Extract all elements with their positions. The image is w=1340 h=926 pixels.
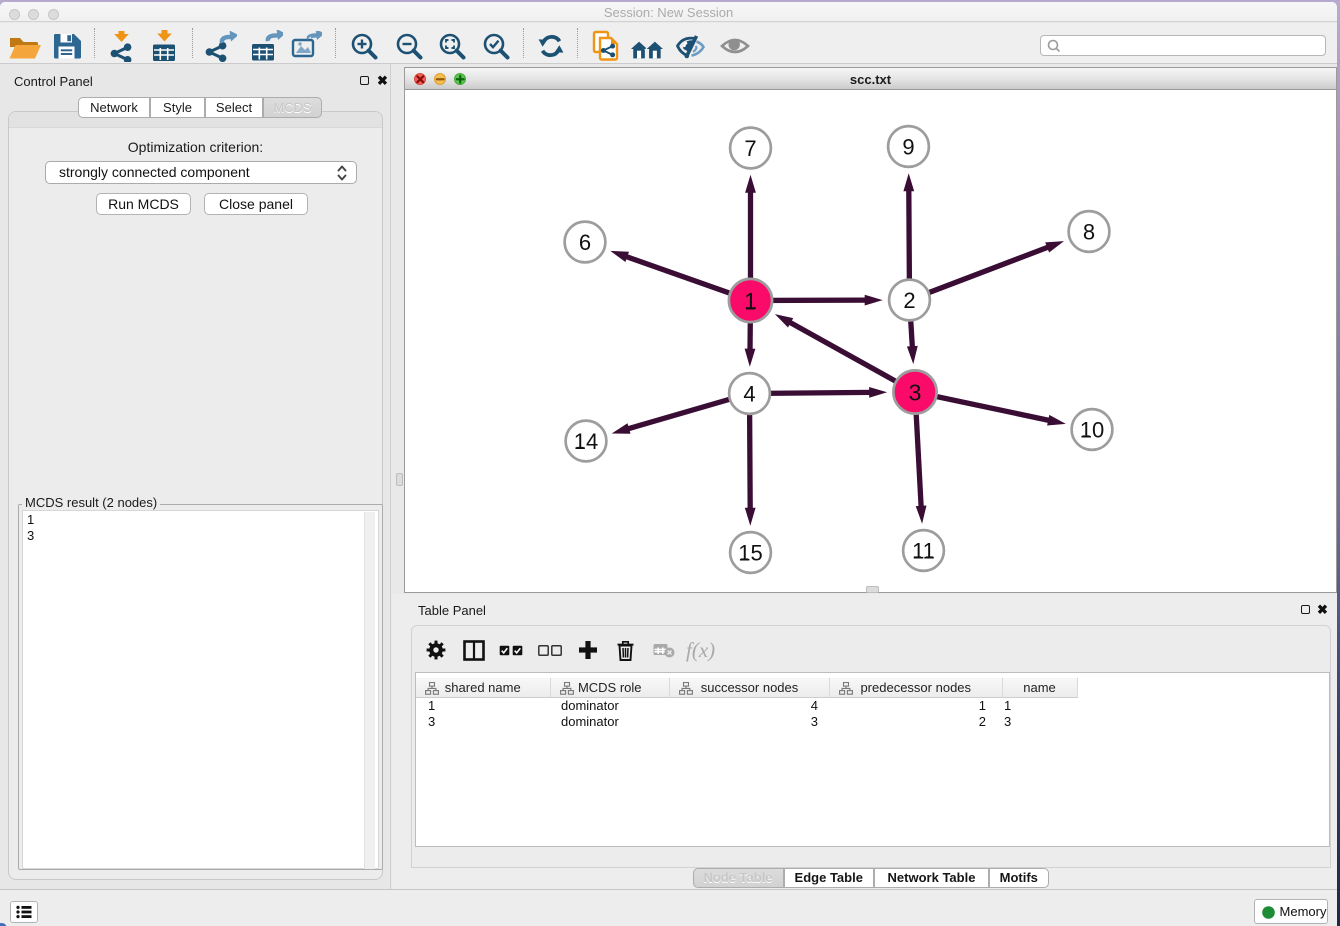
svg-text:1: 1 <box>744 288 757 314</box>
svg-text:7: 7 <box>744 136 756 161</box>
svg-text:10: 10 <box>1080 418 1104 443</box>
svg-text:3: 3 <box>909 380 922 406</box>
svg-text:8: 8 <box>1083 220 1095 245</box>
svg-text:11: 11 <box>912 539 935 564</box>
svg-text:2: 2 <box>903 288 915 313</box>
svg-text:14: 14 <box>574 429 598 454</box>
svg-text:4: 4 <box>743 382 755 407</box>
svg-text:15: 15 <box>738 541 762 566</box>
svg-text:9: 9 <box>902 135 914 160</box>
svg-text:6: 6 <box>579 230 591 255</box>
